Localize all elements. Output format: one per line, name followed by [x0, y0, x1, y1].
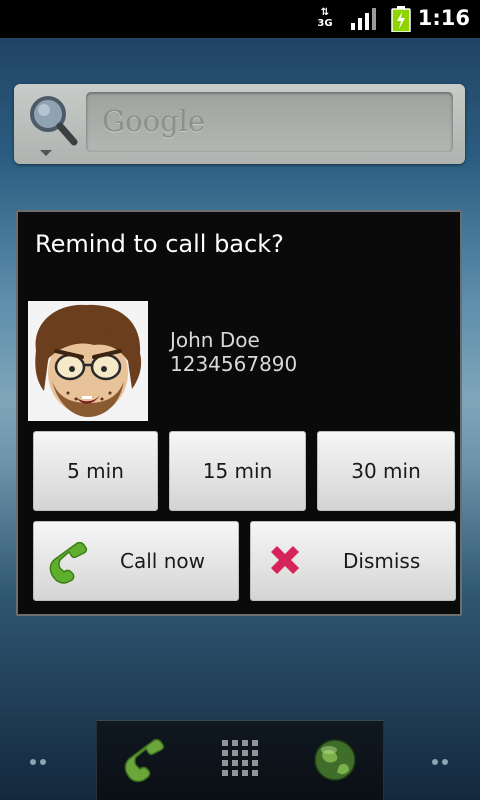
- contact-name: John Doe: [170, 328, 260, 352]
- network-type-label: 3G: [317, 18, 333, 29]
- globe-icon[interactable]: [313, 738, 357, 782]
- contact-avatar: [28, 301, 148, 421]
- status-bar: ⇅ 3G 1:16: [0, 0, 480, 38]
- page-indicator-left[interactable]: [30, 750, 50, 769]
- page-dot: [442, 759, 448, 765]
- dismiss-label: Dismiss: [343, 549, 421, 573]
- page-dot: [30, 759, 36, 765]
- call-now-button[interactable]: Call now: [33, 521, 239, 601]
- snooze-15-min-label: 15 min: [202, 459, 273, 483]
- battery-charging-icon: [391, 6, 411, 32]
- snooze-5-min-label: 5 min: [67, 459, 124, 483]
- dialog-title: Remind to call back?: [35, 230, 284, 258]
- snooze-5-min-button[interactable]: 5 min: [33, 431, 158, 511]
- google-search-widget[interactable]: Google: [14, 84, 465, 164]
- network-3g-icon: ⇅ 3G: [315, 7, 335, 31]
- phone-icon: [49, 541, 88, 584]
- close-icon: [271, 546, 299, 574]
- app-drawer-icon[interactable]: [222, 740, 260, 778]
- clock-time: 1:16: [417, 6, 470, 30]
- page-indicator-right[interactable]: [432, 750, 452, 769]
- phone-icon[interactable]: [121, 737, 169, 783]
- search-icon[interactable]: [24, 92, 84, 156]
- callback-reminder-dialog: Remind to call back? John Doe 1234567890…: [16, 210, 462, 616]
- page-dot: [40, 759, 46, 765]
- data-arrows-icon: ⇅: [320, 7, 330, 18]
- search-placeholder: Google: [102, 104, 206, 138]
- snooze-30-min-label: 30 min: [351, 459, 421, 483]
- signal-strength-icon: [351, 8, 376, 30]
- call-now-label: Call now: [120, 549, 205, 573]
- contact-number: 1234567890: [170, 352, 298, 376]
- snooze-15-min-button[interactable]: 15 min: [169, 431, 306, 511]
- launcher-dock: [96, 720, 384, 800]
- snooze-30-min-button[interactable]: 30 min: [317, 431, 455, 511]
- page-dot: [432, 759, 438, 765]
- avatar-image: [28, 301, 148, 421]
- search-input[interactable]: Google: [86, 92, 453, 152]
- dismiss-button[interactable]: Dismiss: [250, 521, 456, 601]
